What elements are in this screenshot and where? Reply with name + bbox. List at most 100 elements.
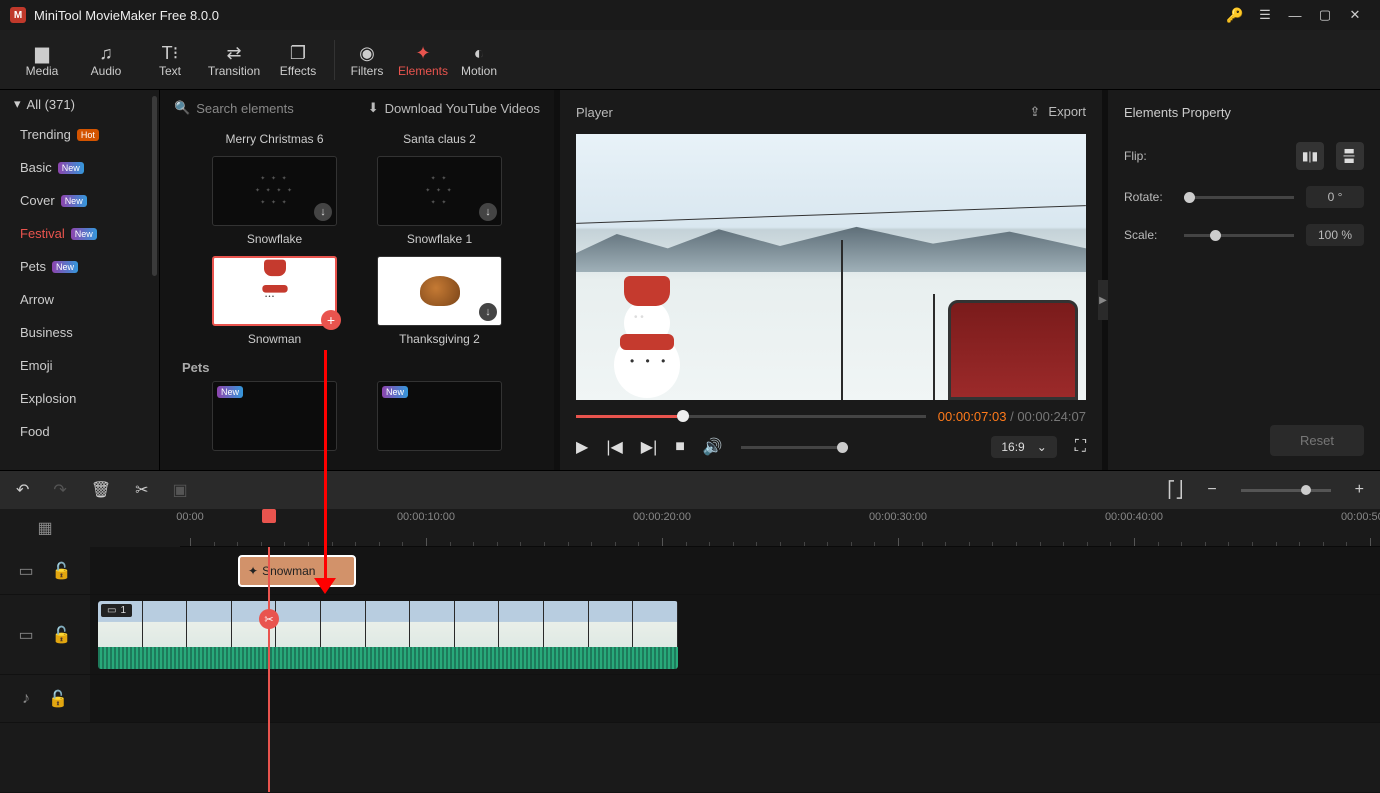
sidebar-item-business[interactable]: Business: [0, 316, 159, 349]
sidebar-item-pets[interactable]: PetsNew: [0, 250, 159, 283]
elements-icon: ✦: [395, 42, 451, 64]
category-pets-header: Pets: [182, 360, 534, 375]
seek-bar[interactable]: [576, 406, 926, 426]
category-sidebar: ▾All (371) TrendingHotBasicNewCoverNewFe…: [0, 90, 160, 470]
sidebar-scrollbar[interactable]: [152, 96, 157, 276]
annotation-arrow: [324, 350, 327, 586]
export-button[interactable]: ⇪ Export: [1030, 104, 1086, 120]
hamburger-menu-icon[interactable]: ☰: [1250, 0, 1280, 30]
collapse-panel-button[interactable]: ▶: [1098, 280, 1108, 320]
sidebar-item-arrow[interactable]: Arrow: [0, 283, 159, 316]
add-element-button[interactable]: +: [321, 310, 341, 330]
element-snowflake-1[interactable]: ✦ ✦✦ ✦ ✦ ✦ ✦↓ Snowflake 1: [377, 156, 502, 256]
download-icon[interactable]: ↓: [314, 203, 332, 221]
chevron-down-icon: ⌄: [1037, 440, 1047, 454]
download-icon: ⬇: [368, 100, 379, 116]
ribbon-effects[interactable]: ❐Effects: [266, 42, 330, 78]
scale-slider[interactable]: [1184, 234, 1294, 237]
element-santa-claus-2[interactable]: Santa claus 2: [377, 126, 502, 156]
play-button[interactable]: ▶: [576, 437, 588, 457]
aspect-ratio-select[interactable]: 16:9⌄: [991, 436, 1056, 458]
timeline-clip-video[interactable]: ▭1: [98, 601, 678, 669]
ribbon-audio[interactable]: ♫Audio: [74, 42, 138, 78]
window-title: MiniTool MovieMaker Free 8.0.0: [34, 8, 219, 23]
stop-button[interactable]: ■: [675, 438, 685, 456]
fit-timeline-button[interactable]: ⎡⎦: [1167, 480, 1183, 500]
effects-icon: ❐: [266, 42, 330, 64]
element-icon: ✦: [248, 564, 258, 578]
flip-vertical-button[interactable]: ▮|▮: [1336, 142, 1364, 170]
element-pet-1[interactable]: New: [212, 381, 337, 451]
prev-frame-button[interactable]: |◀: [606, 437, 622, 457]
sidebar-item-basic[interactable]: BasicNew: [0, 151, 159, 184]
ribbon-filters[interactable]: ◉Filters: [339, 42, 395, 78]
music-icon: ♫: [74, 42, 138, 64]
transition-icon: ⇄: [202, 42, 266, 64]
preview-canvas[interactable]: • • • • •: [576, 134, 1086, 400]
download-icon[interactable]: ↓: [479, 303, 497, 321]
ribbon-motion[interactable]: ◐Motion: [451, 42, 507, 78]
ribbon-media[interactable]: ▆Media: [10, 42, 74, 78]
next-frame-button[interactable]: ▶|: [641, 437, 657, 457]
zoom-in-button[interactable]: +: [1355, 481, 1364, 499]
element-thanksgiving-2[interactable]: ↓ Thanksgiving 2: [377, 256, 502, 356]
sidebar-all[interactable]: ▾All (371): [0, 90, 159, 118]
sidebar-item-trending[interactable]: TrendingHot: [0, 118, 159, 151]
ribbon-elements[interactable]: ✦Elements: [395, 42, 451, 78]
audio-track-icon: ♪: [22, 690, 30, 708]
timeline-ruler[interactable]: 00:0000:00:10:0000:00:20:0000:00:30:0000…: [180, 509, 1380, 547]
text-icon: T⁝: [138, 42, 202, 64]
download-icon[interactable]: ↓: [479, 203, 497, 221]
rotate-slider[interactable]: [1184, 196, 1294, 199]
sidebar-item-festival[interactable]: FestivalNew: [0, 217, 159, 250]
fullscreen-button[interactable]: ⛶: [1075, 438, 1086, 456]
split-button[interactable]: ✂: [135, 480, 148, 500]
volume-icon[interactable]: 🔊: [703, 437, 723, 457]
element-merry-christmas-6[interactable]: Merry Christmas 6: [212, 126, 337, 156]
undo-button[interactable]: ↶: [16, 480, 29, 500]
app-logo: M: [10, 7, 26, 23]
ribbon-transition[interactable]: ⇄Transition: [202, 42, 266, 78]
properties-panel: ▶ Elements Property Flip: ▮|▮ ▮|▮ Rotate…: [1108, 90, 1380, 470]
elements-browser: 🔍 Search elements ⬇ Download YouTube Vid…: [160, 90, 554, 470]
minimize-button[interactable]: —: [1280, 0, 1310, 30]
volume-slider[interactable]: [741, 446, 848, 449]
sidebar-item-emoji[interactable]: Emoji: [0, 349, 159, 382]
motion-icon: ◐: [451, 42, 507, 64]
search-icon: 🔍: [174, 100, 190, 116]
zoom-out-button[interactable]: −: [1207, 481, 1216, 499]
lock-icon[interactable]: 🔓: [52, 625, 72, 645]
export-icon: ⇪: [1030, 104, 1041, 120]
maximize-button[interactable]: ▢: [1310, 0, 1340, 30]
crop-button[interactable]: ▣: [173, 480, 188, 500]
reset-button[interactable]: Reset: [1270, 425, 1364, 456]
element-pet-2[interactable]: New: [377, 381, 502, 451]
zoom-slider[interactable]: [1241, 489, 1331, 492]
lock-icon[interactable]: 🔓: [52, 561, 72, 581]
folder-icon: ▆: [10, 42, 74, 64]
license-key-icon[interactable]: 🔑: [1220, 0, 1250, 30]
element-snowman[interactable]: • • • + Snowman: [212, 256, 337, 356]
add-track-button[interactable]: ▦: [37, 518, 52, 538]
lock-icon[interactable]: 🔓: [48, 689, 68, 709]
sidebar-item-food[interactable]: Food: [0, 415, 159, 448]
element-snowflake[interactable]: ✦ ✦ ✦ ✦ ✦ ✦ ✦✦ ✦ ✦↓ Snowflake: [212, 156, 337, 256]
timeline-clip-snowman[interactable]: ✦ Snowman: [238, 555, 356, 587]
caret-down-icon: ▾: [14, 96, 21, 112]
scale-value[interactable]: 100 %: [1306, 224, 1364, 246]
close-button[interactable]: ✕: [1340, 0, 1370, 30]
time-display: 00:00:07:03 / 00:00:24:07: [938, 409, 1086, 424]
annotation-arrow-head: [314, 578, 336, 594]
delete-button[interactable]: 🗑: [91, 480, 111, 500]
sidebar-item-explosion[interactable]: Explosion: [0, 382, 159, 415]
rotate-value[interactable]: 0 °: [1306, 186, 1364, 208]
ribbon-text[interactable]: T⁝Text: [138, 42, 202, 78]
film-icon: ▭: [107, 605, 116, 616]
filters-icon: ◉: [339, 42, 395, 64]
download-youtube-link[interactable]: ⬇ Download YouTube Videos: [368, 100, 540, 116]
search-elements[interactable]: 🔍 Search elements: [174, 100, 368, 116]
player-panel: Player ⇪ Export • • • • •: [560, 90, 1102, 470]
redo-button[interactable]: ↷: [53, 480, 66, 500]
flip-horizontal-button[interactable]: ▮|▮: [1296, 142, 1324, 170]
sidebar-item-cover[interactable]: CoverNew: [0, 184, 159, 217]
